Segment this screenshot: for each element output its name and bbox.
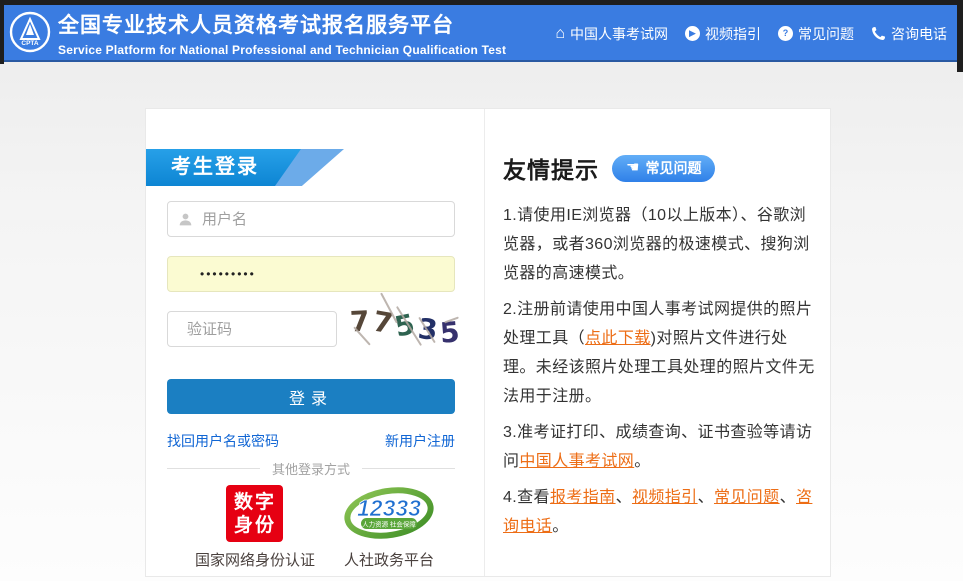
home-icon: ⌂ xyxy=(555,24,565,42)
faq-button-label: 常见问题 xyxy=(645,160,702,176)
question-icon: ? xyxy=(778,26,793,41)
captcha-digit: 5 xyxy=(391,307,418,344)
nav-link-cpta-site[interactable]: ⌂ 中国人事考试网 xyxy=(555,24,668,44)
faq-button[interactable]: ☚ 常见问题 xyxy=(612,154,716,182)
tips-list: 1.请使用IE浏览器（10以上版本）、谷歌浏览器，或者360浏览器的极速模式、搜… xyxy=(503,201,816,541)
tips-header: 友情提示 ☚ 常见问题 xyxy=(503,151,816,185)
other-login-label: 其他登录方式 xyxy=(272,461,351,477)
tip-paragraph: 1.请使用IE浏览器（10以上版本）、谷歌浏览器，或者360浏览器的极速模式、搜… xyxy=(503,201,816,288)
svg-text:CPTA: CPTA xyxy=(21,40,39,47)
password-input[interactable] xyxy=(178,267,444,281)
other-login-divider: 其他登录方式 xyxy=(167,459,456,477)
username-field xyxy=(167,201,455,237)
nav-link-hotline[interactable]: 咨询电话 xyxy=(871,24,947,44)
window-edge-left xyxy=(0,0,4,64)
tip-paragraph: 3.准考证打印、成绩查询、证书查验等请访问中国人事考试网。 xyxy=(503,418,816,476)
tip-text: 、 xyxy=(779,489,796,506)
username-input[interactable] xyxy=(202,210,444,228)
register-link[interactable]: 新用户注册 xyxy=(385,431,455,451)
digital-id-text-line2: 身份 xyxy=(233,514,276,536)
nav-link-faq[interactable]: ? 常见问题 xyxy=(778,24,854,44)
tip-link[interactable]: 报考指南 xyxy=(550,489,616,506)
forgot-password-link[interactable]: 找回用户名或密码 xyxy=(167,431,279,451)
site-title: 全国专业技术人员资格考试报名服务平台 xyxy=(58,14,454,37)
person-icon xyxy=(179,213,192,225)
tips-heading: 友情提示 xyxy=(503,157,599,183)
login-panel-banner: 考生登录 xyxy=(146,149,356,186)
12333-number: 12333 xyxy=(357,495,421,521)
header-nav: ⌂ 中国人事考试网 ▶ 视频指引 ? 常见问题 咨询电话 xyxy=(555,5,947,62)
nav-link-video-guide[interactable]: ▶ 视频指引 xyxy=(685,24,761,44)
login-methods: 数字 身份 国家网络身份认证 12333 人力资源 社会保障 人社政务平台 xyxy=(146,485,484,570)
tip-link[interactable]: 视频指引 xyxy=(632,489,698,506)
cpta-logo-icon: CPTA xyxy=(9,11,51,53)
tip-link[interactable]: 点此下载 xyxy=(585,330,651,347)
main-card: 考生登录 77535 xyxy=(145,108,831,577)
tips-panel: 友情提示 ☚ 常见问题 1.请使用IE浏览器（10以上版本）、谷歌浏览器，或者3… xyxy=(485,109,830,576)
tip-link[interactable]: 中国人事考试网 xyxy=(519,453,634,470)
phone-icon xyxy=(872,26,886,40)
captcha-digit: 5 xyxy=(438,315,462,350)
divider-line xyxy=(167,467,260,469)
password-field xyxy=(167,256,455,292)
tip-paragraph: 4.查看报考指南、视频指引、常见问题、咨询电话。 xyxy=(503,483,816,541)
tip-link[interactable]: 常见问题 xyxy=(714,489,780,506)
digital-id-label: 国家网络身份认证 xyxy=(194,552,315,569)
window-edge-top xyxy=(0,0,963,5)
header: CPTA 全国专业技术人员资格考试报名服务平台 Service Platform… xyxy=(0,0,963,62)
login-panel-title: 考生登录 xyxy=(171,156,259,178)
tip-text: 、 xyxy=(615,489,632,506)
12333-icon: 12333 人力资源 社会保障 xyxy=(344,487,434,539)
captcha-field xyxy=(167,311,386,347)
tip-text: 、 xyxy=(697,489,714,506)
nav-label: 中国人事考试网 xyxy=(570,25,668,42)
tip-text: 。 xyxy=(634,453,651,470)
divider-line xyxy=(362,467,456,469)
pointing-hand-icon: ☚ xyxy=(626,158,640,176)
login-button[interactable]: 登录 xyxy=(167,379,455,414)
12333-label: 人社政务平台 xyxy=(343,552,434,569)
tip-text: 1.请使用IE浏览器（10以上版本）、谷歌浏览器，或者360浏览器的极速模式、搜… xyxy=(503,207,810,282)
12333-login[interactable]: 12333 人力资源 社会保障 人社政务平台 xyxy=(343,485,435,570)
digital-id-login[interactable]: 数字 身份 国家网络身份认证 xyxy=(195,485,315,570)
tip-paragraph: 2.注册前请使用中国人事考试网提供的照片处理工具（点此下载)对照片文件进行处理。… xyxy=(503,295,816,411)
digital-id-icon: 数字 身份 xyxy=(226,485,284,542)
title-block: 全国专业技术人员资格考试报名服务平台 Service Platform for … xyxy=(58,9,506,57)
nav-label: 视频指引 xyxy=(705,25,761,42)
captcha-image[interactable]: 77535 xyxy=(346,292,464,359)
site-subtitle: Service Platform for National Profession… xyxy=(58,43,507,57)
12333-sub-text: 人力资源 社会保障 xyxy=(362,520,416,529)
digital-id-text-line1: 数字 xyxy=(233,491,276,513)
login-panel: 考生登录 77535 xyxy=(146,109,484,576)
window-edge-right xyxy=(957,0,963,72)
tip-text: 。 xyxy=(552,518,569,535)
page: CPTA 全国专业技术人员资格考试报名服务平台 Service Platform… xyxy=(0,0,963,581)
tip-text: 4.查看 xyxy=(503,489,550,506)
captcha-digits: 77535 xyxy=(346,301,464,359)
video-icon: ▶ xyxy=(685,26,700,41)
nav-label: 咨询电话 xyxy=(891,25,947,42)
nav-label: 常见问题 xyxy=(798,25,854,42)
